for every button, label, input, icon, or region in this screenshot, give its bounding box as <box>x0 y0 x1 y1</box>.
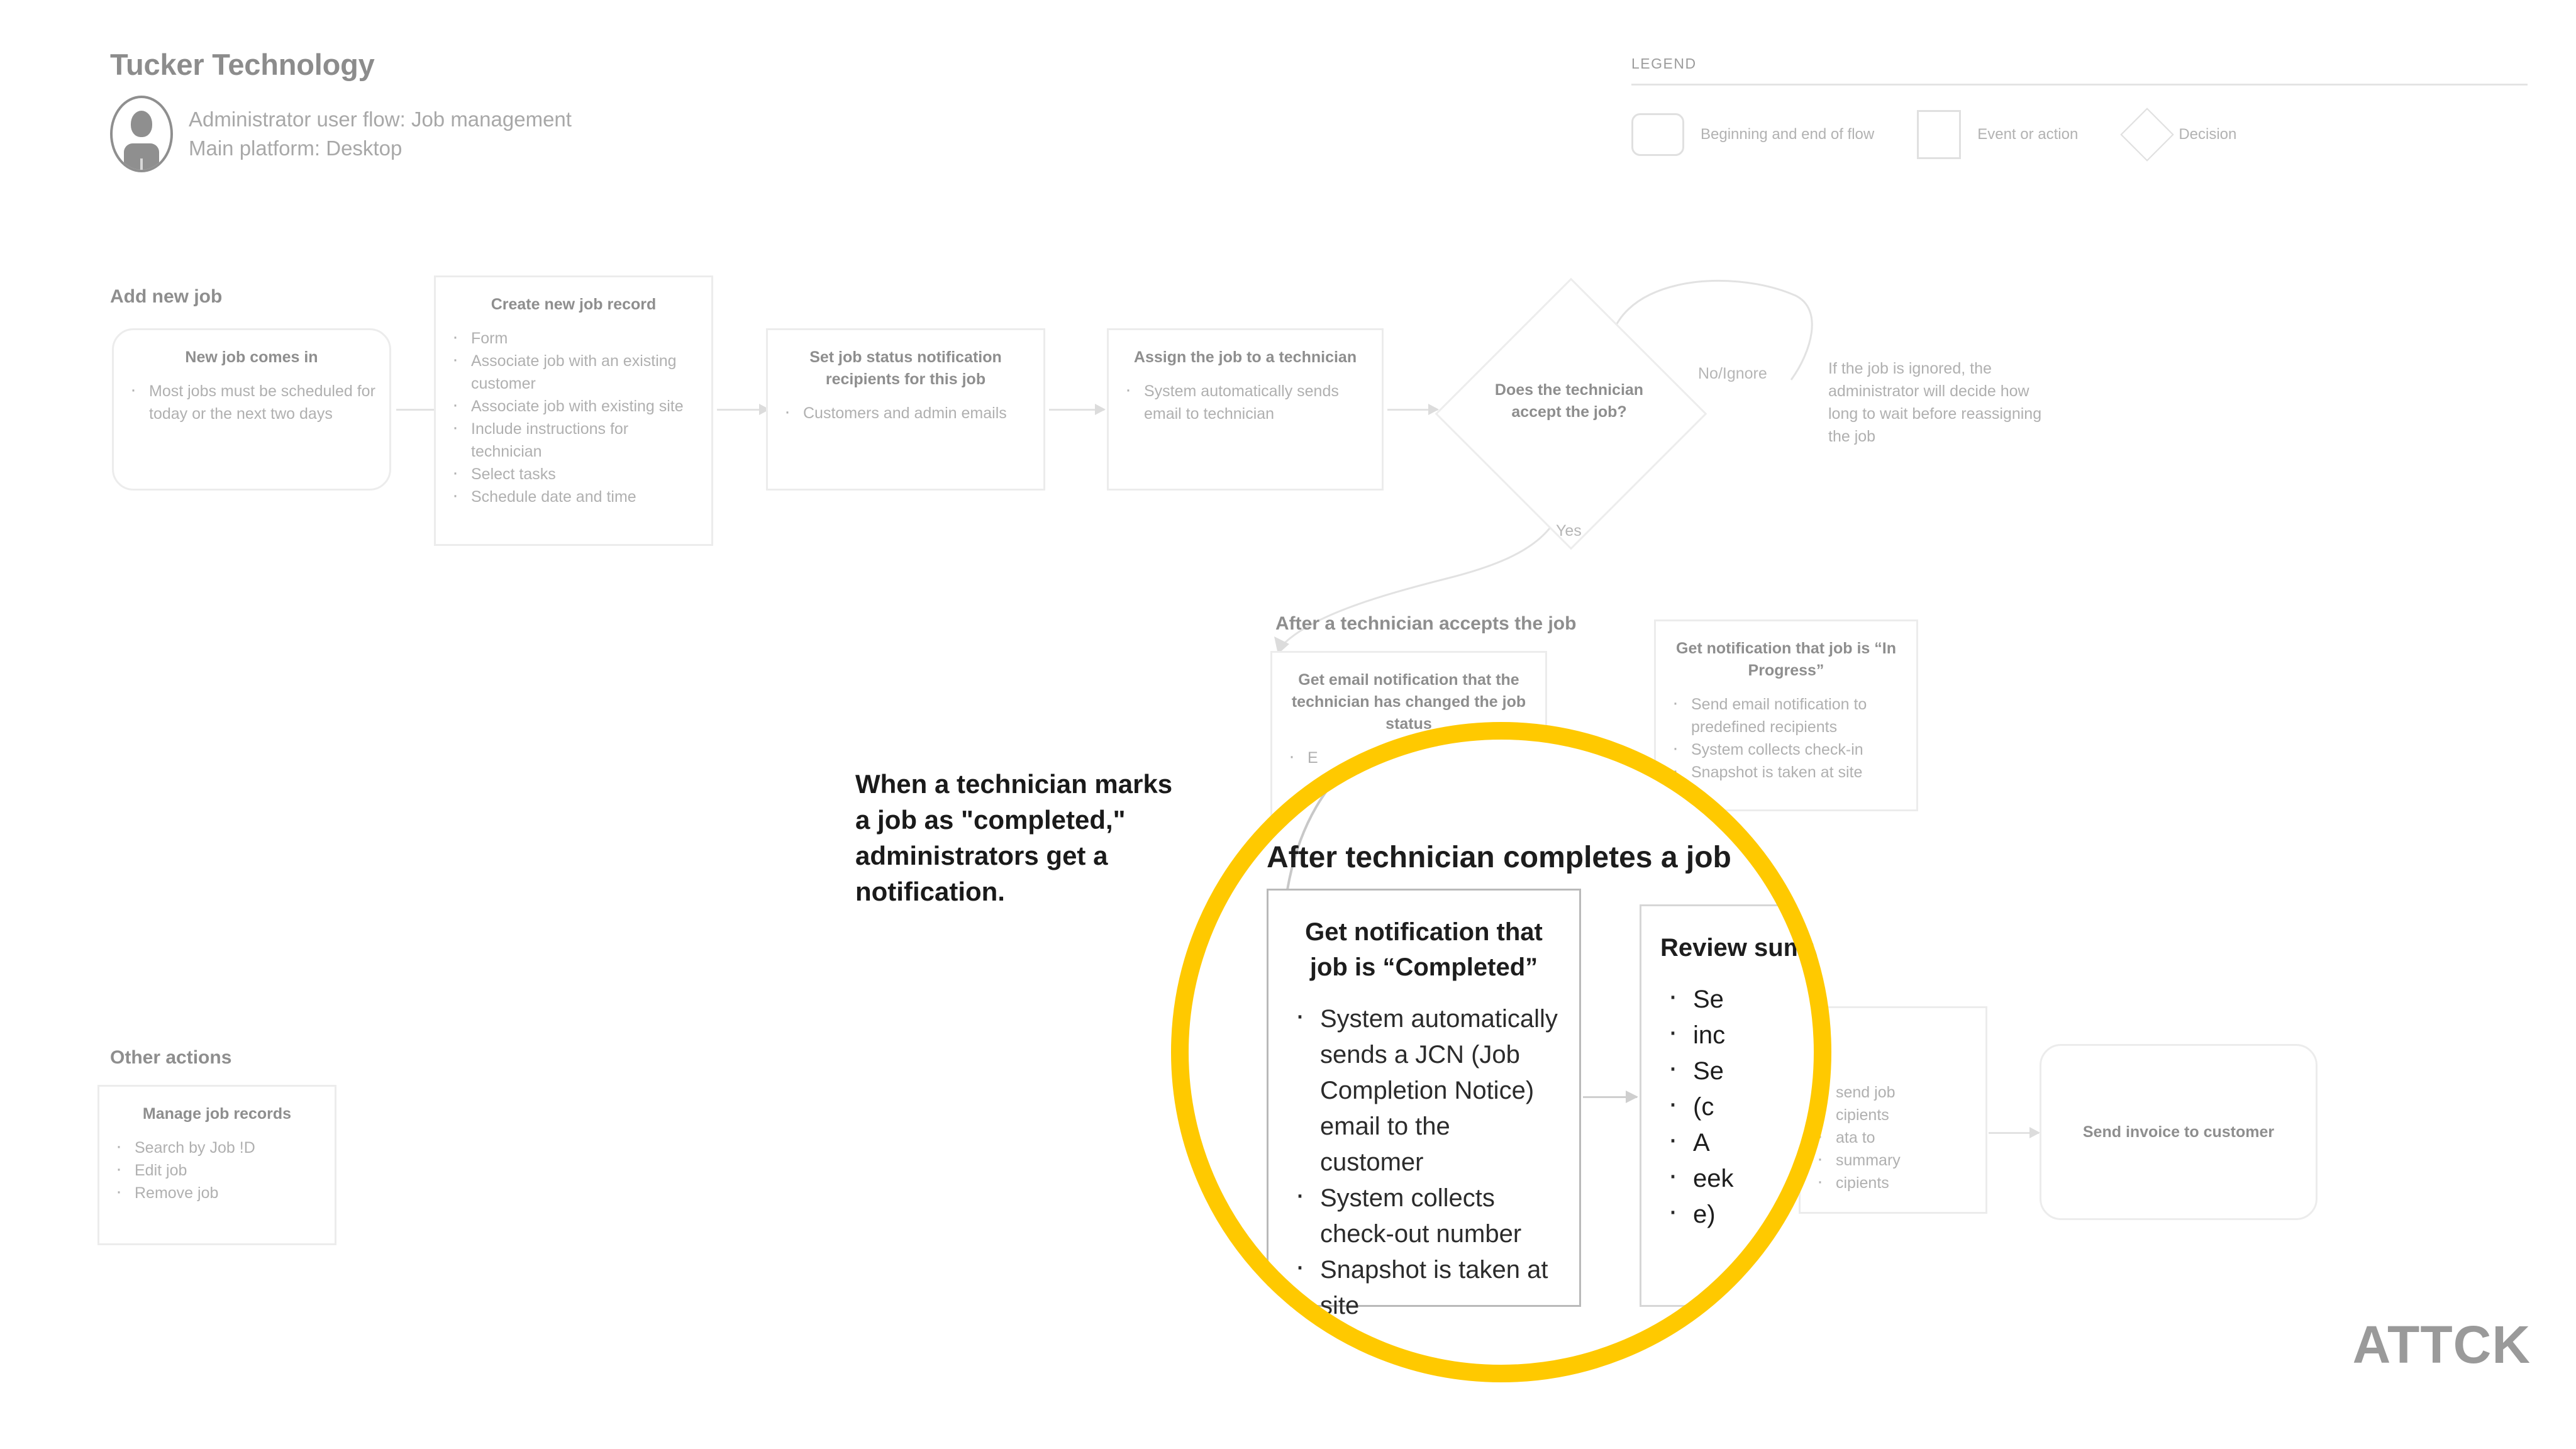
magnifier-lens: After technician completes a job Get not… <box>0 0 2576 1449</box>
attck-logo: ATTCK <box>2352 1315 2531 1374</box>
magnifier-ring <box>1171 722 1831 1382</box>
diagram-canvas: Tucker Technology Administrator user flo… <box>0 0 2576 1449</box>
